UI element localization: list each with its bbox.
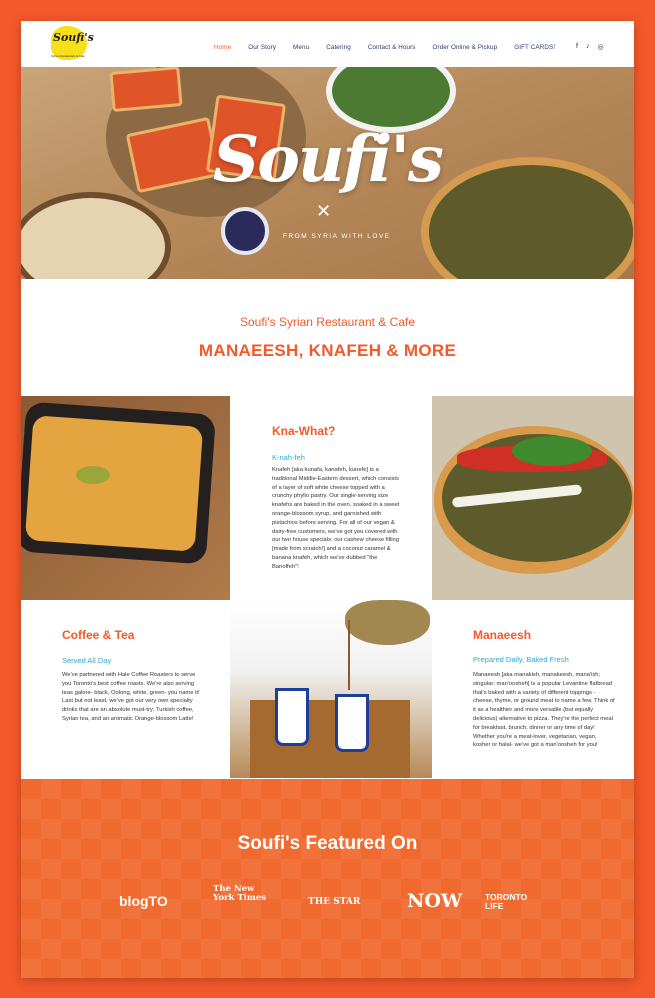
coffee-text-block: Coffee & Tea Served All Day We've partne… (21, 600, 230, 778)
top-nav: Soufi's Syrian Restaurant & Cafe Home Ou… (21, 21, 634, 67)
hero-logo-title: Soufi's (213, 122, 444, 197)
utensils-icon: ✕ (316, 201, 332, 221)
manaeesh-description: Manaeesh [aka manakish, manakeesh, mana'… (473, 672, 615, 749)
logo-subtitle: Syrian Restaurant & Cafe (51, 54, 86, 58)
press-logo-toronto-life[interactable]: TORONTO LIFE (485, 893, 533, 911)
coffee-title: Coffee & Tea (62, 628, 135, 642)
hero-banner: Soufi's ✕ FROM SYRIA WITH LOVE (21, 67, 634, 279)
press-logo-the-star[interactable]: THE STAR (308, 897, 360, 907)
knafeh-image (21, 396, 230, 600)
coffee-subtitle: Served All Day (62, 656, 112, 665)
knafeh-title: Kna-What? (272, 424, 336, 438)
flatbread-image (21, 192, 171, 279)
intro-title: MANAEESH, KNAFEH & MORE (198, 341, 457, 360)
knafeh-text-block: Kna-What? K-nah-feh Knafeh [aka kunafa, … (230, 396, 432, 600)
hero-tagline: FROM SYRIA WITH LOVE (283, 233, 391, 240)
manaeesh-text-block: Manaeesh Prepared Daily, Baked Fresh Man… (432, 600, 634, 778)
nav-contact-hours[interactable]: Contact & Hours (368, 44, 416, 51)
featured-title: Soufi's Featured On (237, 833, 418, 854)
tea-pour-image (230, 600, 432, 778)
coffee-description: We've partnered with Hale Coffee Roaster… (62, 672, 200, 722)
manaeesh-subtitle: Prepared Daily, Baked Fresh (473, 655, 569, 664)
manaeesh-title: Manaeesh (473, 628, 532, 642)
featured-on-section: Soufi's Featured On blogTO The New York … (21, 779, 634, 978)
nav-menu[interactable]: Menu (293, 44, 309, 51)
nav-our-story[interactable]: Our Story (248, 44, 276, 51)
intro-subtitle: Soufi's Syrian Restaurant & Cafe (239, 315, 416, 329)
page-frame: Soufi's Syrian Restaurant & Cafe Home Ou… (21, 21, 634, 978)
tea-cup-image (221, 207, 269, 255)
instagram-icon[interactable]: ◎ (597, 43, 603, 51)
manaeesh-image (432, 396, 634, 600)
press-logo-now[interactable]: NOW (407, 890, 462, 912)
nav-catering[interactable]: Catering (326, 44, 351, 51)
intro-section: Soufi's Syrian Restaurant & Cafe MANAEES… (21, 279, 634, 396)
knafeh-subtitle: K-nah-feh (272, 453, 305, 462)
knafeh-description: Knafeh [aka kunafa, kanafeh, kunefe] is … (272, 467, 400, 570)
nav-order-online[interactable]: Order Online & Pickup (433, 44, 498, 51)
social-links: f ♪ ◎ (576, 43, 604, 51)
logo-text: Soufi's (53, 31, 94, 44)
soufis-logo[interactable]: Soufi's Syrian Restaurant & Cafe (51, 26, 94, 60)
main-menu: Home Our Story Menu Catering Contact & H… (214, 44, 572, 51)
facebook-icon[interactable]: f (576, 43, 578, 51)
nav-gift-cards[interactable]: GIFT CARDS! (514, 44, 555, 51)
press-logo-nyt[interactable]: The New York Times (213, 885, 267, 903)
pizza-slice-image (109, 67, 183, 112)
press-logo-blogto[interactable]: blogTO (119, 893, 168, 909)
tiktok-icon[interactable]: ♪ (586, 43, 590, 51)
nav-home[interactable]: Home (214, 44, 231, 51)
